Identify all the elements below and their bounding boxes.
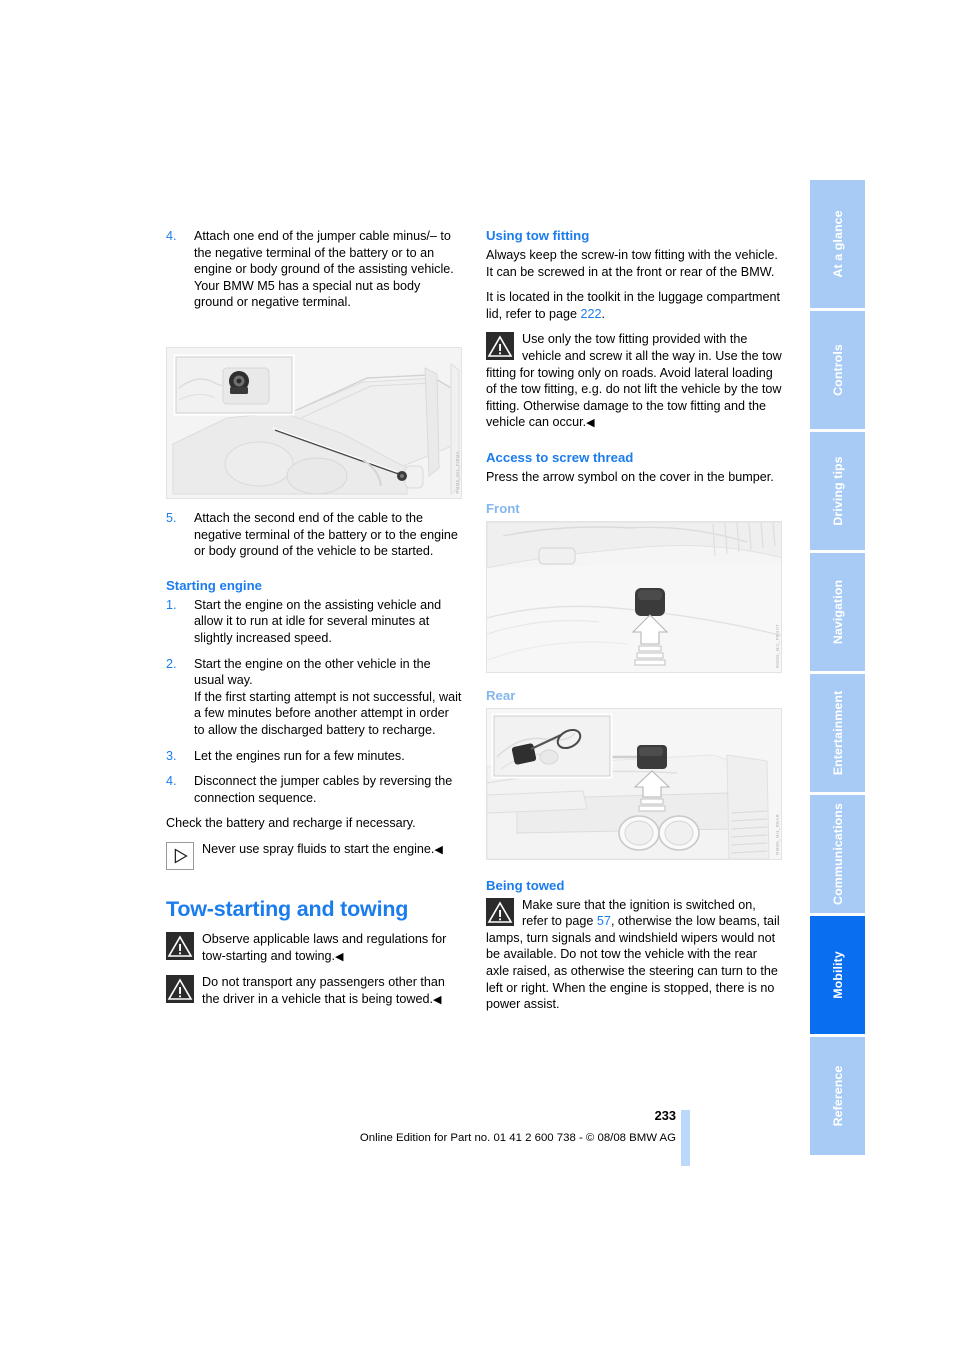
tab-navigation[interactable]: Navigation: [810, 553, 865, 671]
imprint-text: Online Edition for Part no. 01 41 2 600 …: [359, 1132, 676, 1144]
step-text: Attach one end of the jumper cable minus…: [194, 229, 454, 310]
warning-note-body: Do not transport any passengers other th…: [166, 974, 462, 1008]
warning-note-being-towed: Make sure that the ignition is switched …: [486, 897, 782, 1013]
tab-label: At a glance: [830, 210, 845, 278]
warning-triangle-icon: [486, 332, 514, 361]
heading-tow-starting-and-towing: Tow-starting and towing: [166, 896, 409, 921]
jumper-cable-steps-list: 4. Attach one end of the jumper cable mi…: [166, 228, 462, 311]
warning-note-body: Make sure that the ignition is switched …: [486, 897, 782, 1013]
tab-mobility[interactable]: Mobility: [810, 916, 865, 1034]
warning-note-body: Observe applicable laws and regulations …: [166, 931, 462, 965]
tow-fitting-intro-text: Always keep the screw-in tow fitting wit…: [486, 248, 778, 279]
figure-rear-bumper-cover: RMM5_MI1_REAR: [486, 707, 782, 860]
subheading-front: Front: [486, 500, 520, 516]
warning-note-text: Do not transport any passengers other th…: [202, 975, 445, 1006]
hint-note-body: Never use spray fluids to start the engi…: [166, 841, 462, 859]
list-item: 2. Start the engine on the other vehicle…: [166, 656, 462, 739]
figure-engine-ground-point: RMM5_MI1_FIRMA: [166, 347, 462, 499]
warning-triangle-icon: [166, 931, 194, 960]
access-screw-thread-text: Press the arrow symbol on the cover in t…: [486, 469, 774, 484]
tab-communications[interactable]: Communications: [810, 795, 865, 913]
figure-id-label: RMM5_MI1_FIRMA: [455, 451, 460, 494]
hint-triangle-icon: [166, 841, 194, 870]
step-number: 1.: [166, 597, 177, 612]
figure-front-bumper-cover: RMM5_MI1_FRONT: [486, 520, 782, 673]
heading-using-tow-fitting: Using tow fitting: [486, 228, 590, 243]
warning-triangle-icon: [166, 975, 194, 1004]
end-of-note-mark: ◀: [434, 843, 443, 856]
hint-note-text: Never use spray fluids to start the engi…: [202, 841, 435, 856]
tab-entertainment[interactable]: Entertainment: [810, 674, 865, 792]
list-item: 1. Start the engine on the assisting veh…: [166, 597, 462, 647]
figure-id-label: RMM5_MI1_REAR: [775, 813, 780, 855]
tab-label: Navigation: [830, 579, 845, 645]
front-bumper-illustration: [487, 521, 781, 672]
step-text: Attach the second end of the cable to th…: [194, 511, 458, 559]
warning-note-tow-fitting-use: Use only the tow fitting provided with t…: [486, 331, 782, 432]
tab-label: Reference: [830, 1065, 845, 1127]
figure-id-label: RMM5_MI1_FRONT: [775, 623, 780, 668]
page-number: 233: [654, 1108, 676, 1123]
starting-engine-steps-list: 1. Start the engine on the assisting veh…: [166, 597, 462, 807]
warning-note-body: Use only the tow fitting provided with t…: [486, 331, 782, 432]
tab-at-a-glance[interactable]: At a glance: [810, 180, 865, 308]
tow-fitting-location-text: It is located in the toolkit in the lugg…: [486, 289, 782, 322]
end-of-note-mark: ◀: [433, 993, 442, 1006]
tab-label: Controls: [830, 344, 845, 396]
warning-note-laws-regulations: Observe applicable laws and regulations …: [166, 931, 462, 965]
heading-starting-engine: Starting engine: [166, 577, 262, 593]
step-text: Start the engine on the assisting vehicl…: [194, 597, 442, 645]
rear-bumper-illustration: [487, 708, 781, 859]
tab-label: Driving tips: [830, 456, 845, 526]
warning-note-text: Use only the tow fitting provided with t…: [486, 332, 782, 430]
manual-page: 4. Attach one end of the jumper cable mi…: [0, 0, 954, 1350]
step-text: Start the engine on the other vehicle in…: [194, 656, 462, 737]
page-reference-link[interactable]: 222: [581, 307, 602, 321]
step-number: 4.: [166, 229, 177, 243]
warning-triangle-icon: [486, 897, 514, 926]
list-item: 5. Attach the second end of the cable to…: [166, 510, 462, 560]
jumper-cable-steps-list-2: 5. Attach the second end of the cable to…: [166, 510, 462, 560]
step-text: Disconnect the jumper cables by reversin…: [194, 774, 453, 805]
page-reference-link[interactable]: 57: [597, 914, 611, 928]
end-of-note-mark: ◀: [335, 950, 344, 963]
location-text-pre: It is located in the toolkit in the lugg…: [486, 290, 781, 321]
location-text-post: .: [601, 306, 606, 321]
section-tab-strip: At a glance Controls Driving tips Naviga…: [810, 180, 865, 1158]
warning-note-no-passengers: Do not transport any passengers other th…: [166, 974, 462, 1008]
left-column: 4. Attach one end of the jumper cable mi…: [166, 228, 462, 320]
warning-text-post: , otherwise the low beams, tail lamps, t…: [486, 914, 780, 1012]
heading-access-to-screw-thread: Access to screw thread: [486, 449, 634, 465]
list-item: 4. Disconnect the jumper cables by rever…: [166, 773, 462, 806]
tab-controls[interactable]: Controls: [810, 311, 865, 429]
step-number: 2.: [166, 656, 177, 671]
tab-label: Mobility: [830, 951, 845, 999]
step-number: 4.: [166, 774, 177, 789]
battery-check-text: Check the battery and recharge if necess…: [166, 816, 416, 831]
end-of-note-mark: ◀: [586, 417, 595, 430]
list-item: 4. Attach one end of the jumper cable mi…: [166, 228, 462, 311]
engine-bay-illustration: [167, 348, 461, 498]
tab-driving-tips[interactable]: Driving tips: [810, 432, 865, 550]
subheading-rear: Rear: [486, 687, 516, 703]
left-column-continued: 5. Attach the second end of the cable to…: [166, 510, 462, 1017]
footer-accent-bar: [681, 1110, 690, 1166]
list-item: 3. Let the engines run for a few minutes…: [166, 748, 462, 765]
hint-note-spray-fluids: Never use spray fluids to start the engi…: [166, 841, 462, 871]
tab-label: Entertainment: [830, 690, 845, 776]
right-column: Using tow fitting Always keep the screw-…: [486, 228, 782, 1022]
tab-label: Communications: [830, 803, 845, 905]
step-text: Let the engines run for a few minutes.: [194, 748, 405, 763]
tab-reference[interactable]: Reference: [810, 1037, 865, 1155]
step-number: 3.: [166, 748, 177, 763]
step-number: 5.: [166, 511, 177, 525]
warning-note-text: Observe applicable laws and regulations …: [202, 931, 447, 963]
heading-being-towed: Being towed: [486, 877, 565, 893]
